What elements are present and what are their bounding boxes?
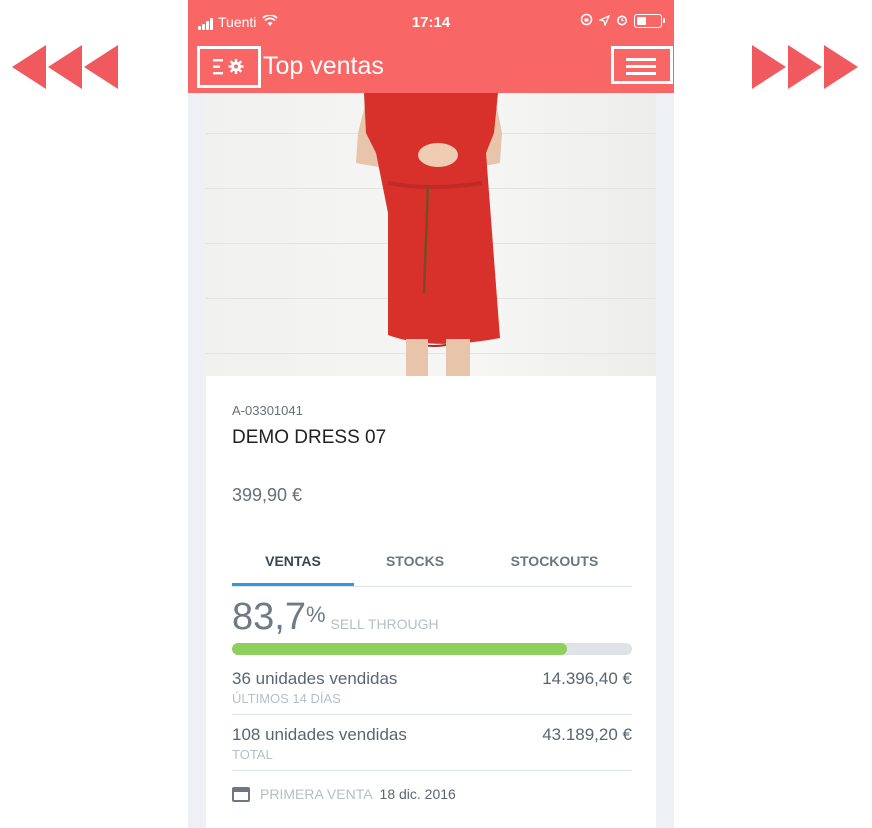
header-bar: Top ventas: [188, 40, 674, 93]
units-sold: 108 unidades vendidas: [232, 725, 407, 744]
sales-row: 36 unidades vendidas ÚLTIMOS 14 DÍAS 14.…: [232, 659, 632, 715]
sell-through-progress-bar: [232, 643, 632, 655]
first-sale-label: PRIMERA VENTA: [260, 786, 373, 802]
active-tab-indicator: [232, 583, 354, 586]
product-sku: A-03301041: [232, 403, 303, 418]
tab-bar: VENTAS STOCKS STOCKOUTS: [232, 542, 632, 587]
tab-stocks[interactable]: STOCKS: [354, 553, 476, 569]
first-sale-date: 18 dic. 2016: [379, 786, 456, 802]
calendar-icon: [232, 786, 250, 802]
rewind-arrows-icon[interactable]: [12, 45, 118, 89]
phone-screen: Tuenti 17:14 Top ventas A-03301041 DEMO …: [188, 0, 674, 828]
menu-button[interactable]: [611, 46, 673, 84]
status-bar: Tuenti 17:14: [188, 0, 674, 40]
rotation-lock-icon: [580, 13, 593, 29]
sell-through-label: SELL THROUGH: [330, 616, 439, 632]
filter-settings-icon: [212, 56, 250, 82]
page-title: Top ventas: [263, 52, 384, 80]
tab-stockouts[interactable]: STOCKOUTS: [482, 553, 627, 569]
sell-through-unit: %: [305, 602, 326, 627]
tab-ventas[interactable]: VENTAS: [232, 553, 354, 569]
product-name: DEMO DRESS 07: [232, 427, 387, 448]
sell-through-value: 83,7: [232, 596, 306, 638]
sales-amount: 43.189,20 €: [542, 725, 632, 744]
product-price: 399,90 €: [232, 485, 303, 505]
first-sale: PRIMERA VENTA 18 dic. 2016: [232, 786, 456, 802]
units-sold: 36 unidades vendidas: [232, 669, 398, 688]
sales-amount: 14.396,40 €: [542, 669, 632, 688]
location-icon: [598, 14, 611, 29]
sell-through-metric: 83,7% SELL THROUGH: [232, 596, 439, 639]
battery-icon: [634, 14, 665, 28]
sales-period: ÚLTIMOS 14 DÍAS: [232, 691, 341, 706]
product-card: A-03301041 DEMO DRESS 07 399,90 € VENTAS…: [206, 376, 656, 828]
sell-through-progress-fill: [232, 643, 567, 655]
forward-arrows-icon[interactable]: [752, 45, 858, 89]
product-image: [206, 93, 656, 376]
alarm-icon: [616, 14, 628, 29]
sales-period: TOTAL: [232, 747, 273, 762]
sales-row: 108 unidades vendidas TOTAL 43.189,20 €: [232, 715, 632, 771]
filter-settings-button[interactable]: [197, 46, 261, 88]
